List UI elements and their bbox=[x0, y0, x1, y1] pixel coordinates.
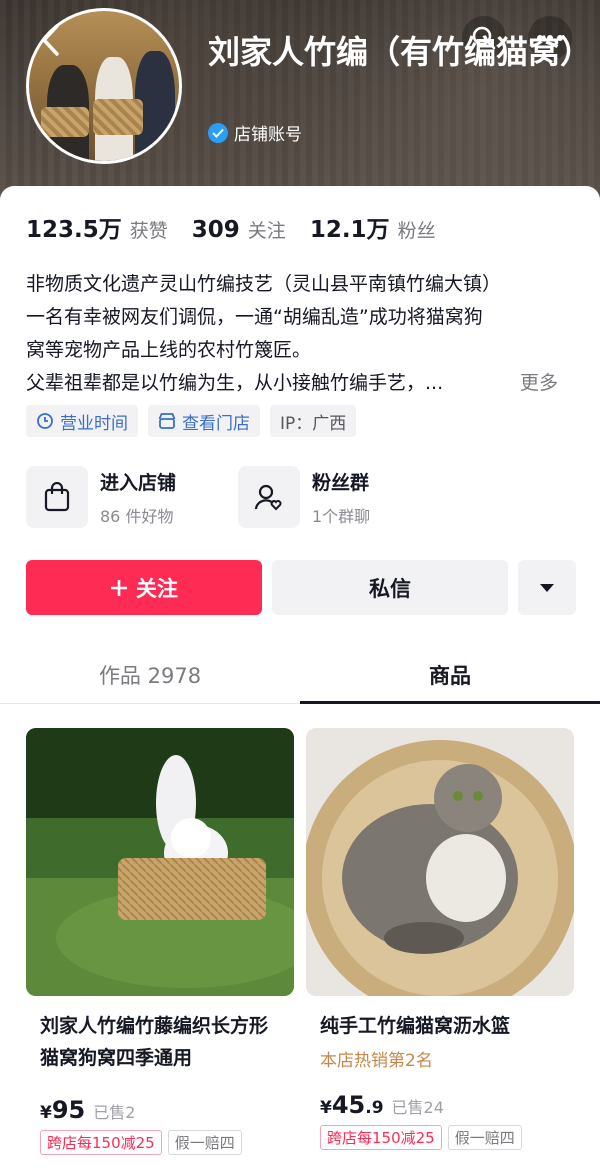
account-badge: 店铺账号 bbox=[208, 120, 302, 145]
back-icon bbox=[42, 24, 59, 56]
hot-rank-label: 本店热销第2名 bbox=[320, 1051, 433, 1071]
product-title[interactable]: 纯手工竹编猫窝沥水篮 bbox=[306, 1010, 574, 1042]
view-store-tag[interactable]: 查看门店 bbox=[148, 405, 260, 437]
tab-products[interactable]: 商品 bbox=[300, 646, 600, 704]
avatar-basket bbox=[93, 99, 143, 135]
bio-more-button[interactable]: 更多 bbox=[520, 367, 558, 400]
followers-label[interactable]: 粉丝 bbox=[398, 216, 436, 243]
shopping-bag-icon bbox=[26, 466, 88, 528]
ip-location-label: IP：广西 bbox=[280, 413, 347, 434]
follow-button[interactable]: 关注 bbox=[26, 560, 262, 615]
verified-icon bbox=[208, 122, 228, 143]
product-price: ¥ 45 .9 已售24 bbox=[306, 1091, 574, 1119]
product-image[interactable] bbox=[26, 728, 294, 996]
bio-line: 父辈祖辈都是以竹编为生，从小接触竹编手艺，... bbox=[26, 372, 444, 394]
back-button[interactable] bbox=[30, 20, 70, 60]
price-decimal: .9 bbox=[365, 1098, 384, 1118]
discount-tag: 跨店每150减25 bbox=[40, 1130, 162, 1155]
plus-icon bbox=[111, 579, 127, 596]
product-title[interactable]: 刘家人竹编竹藤编织长方形猫窝狗窝四季通用 bbox=[26, 1010, 294, 1074]
ip-location-tag: IP：广西 bbox=[270, 405, 357, 437]
product-grid: 刘家人竹编竹藤编织长方形猫窝狗窝四季通用 ¥ 95 已售2 跨店每150减25 … bbox=[26, 728, 574, 1155]
profile-header: 刘家人竹编（有竹编猫窝） 店铺账号 bbox=[0, 0, 600, 215]
entry-row: 进入店铺 86 件好物 粉丝群 1个群聊 bbox=[26, 466, 450, 528]
following-label[interactable]: 关注 bbox=[248, 216, 286, 243]
bio-line: 一名有幸被网友们调侃，一通“胡编乱造”成功将猫窝狗 bbox=[26, 306, 483, 328]
price-integer: 95 bbox=[51, 1096, 86, 1124]
fan-group-sub: 1个群聊 bbox=[312, 506, 371, 526]
fan-group-title: 粉丝群 bbox=[312, 471, 370, 494]
price-currency: ¥ bbox=[40, 1103, 52, 1123]
account-type: 店铺账号 bbox=[234, 125, 302, 145]
avatar-basket bbox=[41, 107, 89, 137]
enter-store-sub: 86 件好物 bbox=[100, 506, 174, 526]
following-count[interactable]: 309 bbox=[192, 217, 240, 243]
likes-count: 123.5万 bbox=[26, 217, 122, 243]
caret-down-icon bbox=[540, 583, 554, 592]
product-tags: 跨店每150减25 假一赔四 bbox=[26, 1130, 294, 1155]
more-actions-button[interactable] bbox=[518, 560, 576, 615]
guarantee-tag: 假一赔四 bbox=[167, 1130, 242, 1155]
enter-store-title: 进入店铺 bbox=[100, 471, 177, 494]
tab-works[interactable]: 作品 2978 bbox=[0, 646, 300, 703]
business-hours-tag[interactable]: 营业时间 bbox=[26, 405, 138, 437]
info-tags: 营业时间 查看门店 IP：广西 bbox=[26, 405, 357, 437]
followers-count[interactable]: 12.1万 bbox=[310, 210, 390, 244]
clock-icon bbox=[36, 412, 54, 430]
price-integer: 45 bbox=[331, 1091, 366, 1119]
enter-store-entry[interactable]: 进入店铺 86 件好物 bbox=[26, 466, 238, 528]
bio-line: 非物质文化遗产灵山竹编技艺（灵山县平南镇竹编大镇） bbox=[26, 273, 502, 295]
discount-tag: 跨店每150减25 bbox=[320, 1125, 442, 1150]
action-buttons: 关注 私信 bbox=[26, 560, 576, 615]
bio[interactable]: 非物质文化遗产灵山竹编技艺（灵山县平南镇竹编大镇） 一名有幸被网友们调侃，一通“… bbox=[26, 268, 576, 400]
shop-name: 刘家人竹编（有竹编猫窝） bbox=[208, 33, 593, 71]
bio-line: 窝等宠物产品上线的农村竹篾匠。 bbox=[26, 339, 312, 361]
fan-group-entry[interactable]: 粉丝群 1个群聊 bbox=[238, 466, 450, 528]
price-currency: ¥ bbox=[320, 1098, 332, 1118]
business-hours-label: 营业时间 bbox=[60, 413, 128, 434]
message-label: 私信 bbox=[369, 576, 411, 601]
stats-row: 123.5万 获赞 309 关注 12.1万 粉丝 bbox=[26, 210, 460, 244]
product-price: ¥ 95 已售2 bbox=[26, 1096, 294, 1124]
message-button[interactable]: 私信 bbox=[272, 560, 508, 615]
sold-count: 已售2 bbox=[93, 1103, 136, 1122]
profile-card: 123.5万 获赞 309 关注 12.1万 粉丝 非物质文化遗产灵山竹编技艺（… bbox=[0, 186, 600, 1174]
product-card[interactable]: 纯手工竹编猫窝沥水篮 本店热销第2名 ¥ 45 .9 已售24 跨店每150减2… bbox=[306, 728, 574, 1155]
product-image[interactable] bbox=[306, 728, 574, 996]
product-card[interactable]: 刘家人竹编竹藤编织长方形猫窝狗窝四季通用 ¥ 95 已售2 跨店每150减25 … bbox=[26, 728, 294, 1155]
sold-count: 已售24 bbox=[391, 1098, 444, 1117]
content-tabs: 作品 2978 商品 bbox=[0, 646, 600, 704]
view-store-label: 查看门店 bbox=[182, 413, 250, 434]
follow-label: 关注 bbox=[136, 576, 178, 601]
store-icon bbox=[158, 412, 176, 430]
product-tags: 跨店每150减25 假一赔四 bbox=[306, 1125, 574, 1150]
fan-group-icon bbox=[238, 466, 300, 528]
likes-label: 获赞 bbox=[129, 220, 168, 242]
guarantee-tag: 假一赔四 bbox=[447, 1125, 522, 1150]
